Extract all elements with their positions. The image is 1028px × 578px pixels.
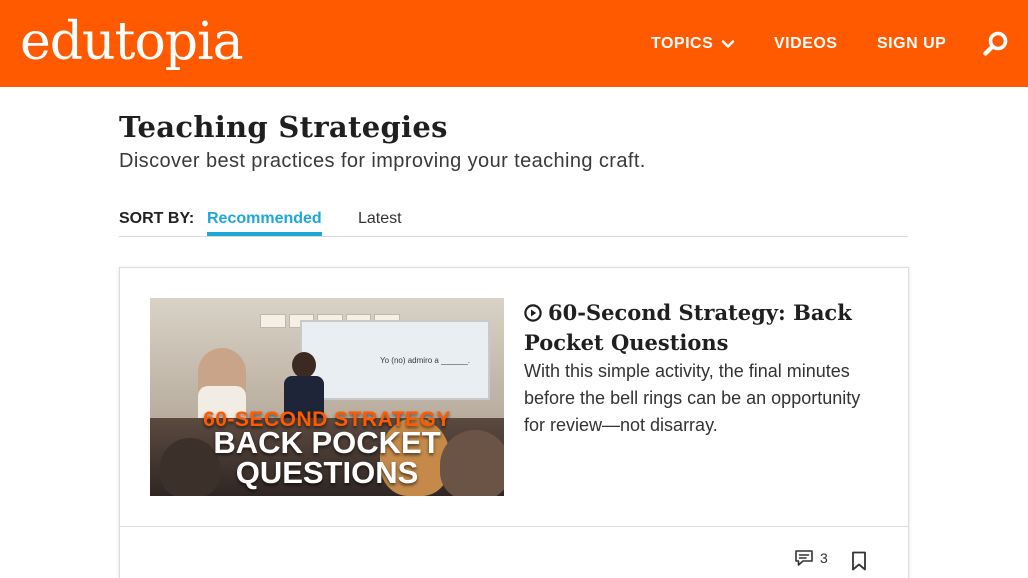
sort-tab-recommended[interactable]: Recommended (207, 210, 322, 236)
play-circle-icon (524, 304, 542, 322)
page-title: Teaching Strategies (119, 110, 448, 144)
comment-icon (795, 550, 813, 566)
article-title-text: 60-Second Strategy: Back Pocket Question… (524, 300, 852, 355)
sort-bar: SORT BY: Recommended Latest (119, 204, 908, 237)
nav-videos[interactable]: VIDEOS (774, 0, 837, 87)
sort-tab-latest[interactable]: Latest (358, 210, 402, 236)
article-title[interactable]: 60-Second Strategy: Back Pocket Question… (524, 298, 884, 358)
sort-label: SORT BY: (119, 210, 195, 227)
nav-signup[interactable]: SIGN UP (877, 0, 946, 87)
comment-count: 3 (820, 550, 828, 566)
article-thumbnail[interactable]: Yo (no) admiro a ______. 60-SECOND STRAT… (150, 298, 504, 496)
nav-topics-label: TOPICS (651, 34, 714, 52)
search-icon[interactable] (982, 30, 1010, 58)
article-card: Yo (no) admiro a ______. 60-SECOND STRAT… (119, 267, 909, 578)
site-header: edutopia TOPICS VIDEOS SIGN UP (0, 0, 1028, 87)
chevron-down-icon (722, 39, 735, 48)
thumbnail-board-text: Yo (no) admiro a ______. (380, 356, 470, 365)
card-divider (120, 526, 908, 527)
bookmark-icon[interactable] (851, 551, 867, 571)
site-logo[interactable]: edutopia (20, 12, 244, 72)
page-subtitle: Discover best practices for improving yo… (119, 150, 646, 172)
comments-link[interactable]: 3 (794, 549, 828, 567)
thumbnail-text-line3: QUESTIONS (235, 455, 419, 490)
article-description: With this simple activity, the final min… (524, 361, 861, 435)
thumbnail-text-line2: BACK POCKET (213, 425, 441, 460)
nav-topics[interactable]: TOPICS (651, 0, 735, 87)
